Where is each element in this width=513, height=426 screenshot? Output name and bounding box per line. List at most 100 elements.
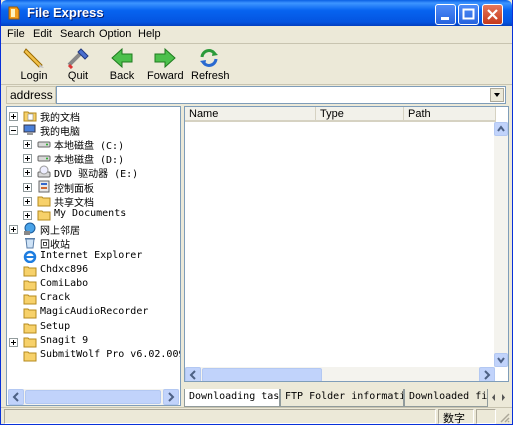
tree-item-label: 本地磁盘 (C:) (54, 141, 125, 153)
menu-option[interactable]: Option (99, 28, 131, 40)
expand-icon[interactable] (23, 168, 32, 178)
tab-scroll-buttons[interactable] (490, 390, 507, 405)
drive-icon (37, 141, 51, 148)
control-panel-icon (38, 180, 50, 192)
internet-explorer-icon (23, 250, 37, 263)
tree-item-label: 共享文档 (54, 197, 94, 209)
tab-downloaded-files[interactable]: Downloaded fi (404, 389, 488, 407)
bottom-tabs: Downloading task FTP Folder information … (184, 389, 509, 407)
tree-item[interactable]: Internet Explorer (7, 250, 180, 264)
window-title: File Express (27, 5, 104, 20)
folder-documents-icon (23, 111, 37, 122)
folder-tree[interactable]: 我的文档我的电脑本地磁盘 (C:) 本地磁盘 (D:) DVD 驱动器 (E:) 控制… (6, 106, 181, 406)
list-scroll-up-button[interactable] (494, 122, 508, 136)
list-scroll-right-button[interactable] (479, 367, 495, 381)
expand-icon[interactable] (23, 196, 32, 206)
expand-icon[interactable] (23, 182, 32, 192)
tree-item-label: 网上邻居 (40, 225, 80, 237)
folder-icon (37, 210, 51, 221)
tree-item-label: SubmitWolf Pro v6.02.009.2 (40, 348, 181, 360)
menu-edit[interactable]: Edit (33, 28, 52, 40)
tree-item[interactable]: 我的电脑 (7, 123, 180, 139)
tree-item-label: 控制面板 (54, 183, 94, 195)
tree-item[interactable]: 本地磁盘 (C:) (7, 137, 180, 153)
close-icon (487, 9, 498, 20)
tree-item[interactable]: Chdxc896 (7, 264, 180, 278)
refresh-icon (200, 49, 218, 67)
menu-search[interactable]: Search (60, 28, 95, 40)
tree-item[interactable]: ComiLabo (7, 278, 180, 292)
tree-item[interactable]: Snagit 9 (7, 335, 180, 349)
chevron-up-icon (497, 125, 505, 132)
tree-item[interactable]: My Documents (7, 208, 180, 222)
tree-item[interactable]: 共享文档 (7, 194, 180, 209)
tree-item-label: Setup (40, 320, 71, 332)
tree-item[interactable]: 我的文档 (7, 109, 180, 124)
tree-scroll-left-button[interactable] (8, 389, 24, 405)
tab-ftp-folder-information[interactable]: FTP Folder information (280, 389, 404, 407)
title-bar[interactable]: File Express (1, 0, 512, 26)
forward-arrow-icon (154, 47, 176, 69)
tree-horizontal-scrollbar[interactable] (8, 389, 179, 405)
menu-help[interactable]: Help (138, 28, 161, 40)
chevron-down-icon (497, 357, 505, 364)
minimize-button[interactable] (435, 4, 456, 25)
drive-icon (37, 155, 51, 162)
tree-item-label: Chdxc896 (40, 264, 89, 276)
forward-button[interactable]: Foward (147, 47, 184, 83)
file-list[interactable]: Name Type Path (184, 106, 509, 382)
column-header-type[interactable]: Type (316, 107, 404, 122)
status-message (4, 409, 436, 424)
list-vertical-scrollbar[interactable] (494, 122, 508, 367)
toolbar: Login Quit Back Foward Refresh (1, 45, 512, 85)
tree-item[interactable]: 本地磁盘 (D:) (7, 151, 180, 167)
login-button[interactable]: Login (17, 47, 51, 83)
tree-item[interactable]: Crack (7, 292, 180, 306)
resize-grip-icon[interactable] (498, 411, 510, 423)
tree-item[interactable]: DVD 驱动器 (E:) (7, 165, 180, 180)
address-bar: address (6, 86, 506, 104)
list-horizontal-scrollbar[interactable] (185, 367, 495, 381)
expand-icon[interactable] (23, 210, 32, 220)
close-button[interactable] (482, 4, 503, 25)
maximize-button[interactable] (458, 4, 479, 25)
back-arrow-icon (111, 47, 133, 69)
column-header-name[interactable]: Name (185, 107, 316, 122)
tree-item[interactable]: MagicAudioRecorder (7, 306, 180, 320)
tree-item-label: Crack (40, 292, 71, 304)
address-dropdown-button[interactable] (490, 88, 504, 102)
tab-downloading-task[interactable]: Downloading task (184, 389, 280, 407)
list-scroll-thumb[interactable] (202, 368, 322, 381)
tree-item-label: 我的电脑 (40, 127, 80, 139)
chevron-left-icon (189, 370, 196, 380)
list-scroll-down-button[interactable] (494, 353, 508, 367)
list-scroll-left-button[interactable] (185, 367, 201, 381)
folder-icon (23, 337, 37, 348)
quit-button[interactable]: Quit (63, 47, 93, 83)
expand-icon[interactable] (9, 337, 18, 347)
tree-scroll-right-button[interactable] (163, 389, 179, 405)
status-empty-cell (476, 409, 496, 424)
tree-item[interactable]: SubmitWolf Pro v6.02.009.2 (7, 348, 181, 363)
maximize-icon (462, 8, 475, 20)
menu-file[interactable]: File (7, 28, 25, 40)
minimize-icon (441, 17, 449, 20)
tree-item[interactable]: 网上邻居 (7, 222, 180, 237)
tree-item[interactable]: Setup (7, 320, 180, 335)
expand-icon[interactable] (9, 112, 18, 121)
tree-item[interactable]: 回收站 (7, 236, 180, 251)
chevron-down-icon (494, 93, 500, 97)
folder-icon (37, 196, 51, 207)
recycle-bin-icon (25, 237, 35, 249)
expand-icon[interactable] (23, 154, 32, 164)
collapse-icon[interactable] (9, 126, 18, 136)
tree-item[interactable]: 控制面板 (7, 180, 180, 195)
tree-scroll-thumb[interactable] (25, 390, 161, 404)
tree-item-label: 本地磁盘 (D:) (54, 155, 125, 167)
address-input[interactable] (56, 86, 506, 104)
refresh-button[interactable]: Refresh (191, 47, 230, 83)
expand-icon[interactable] (9, 224, 18, 234)
back-button[interactable]: Back (107, 47, 137, 83)
expand-icon[interactable] (23, 140, 32, 150)
column-header-path[interactable]: Path (404, 107, 496, 122)
